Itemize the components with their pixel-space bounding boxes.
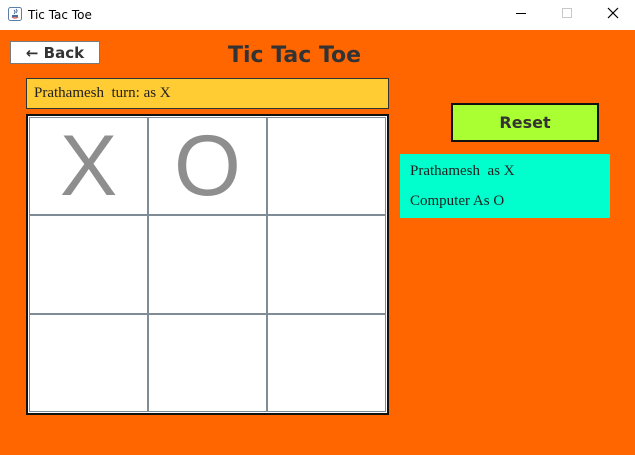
minimize-button[interactable] [498, 0, 544, 30]
minimize-icon [515, 6, 527, 24]
page-title: Tic Tac Toe [228, 43, 362, 68]
board-cell-4[interactable] [29, 215, 148, 314]
back-button[interactable]: ← Back [10, 41, 100, 64]
maximize-button[interactable] [544, 0, 590, 30]
game-panel: ← Back Tic Tac Toe Prathamesh turn: as X… [0, 30, 635, 455]
board-cell-8[interactable] [148, 313, 267, 412]
turn-status-label: Prathamesh turn: as X [26, 78, 389, 109]
board-cell-2[interactable]: O [148, 117, 267, 216]
board-cell-5[interactable] [148, 215, 267, 314]
players-info-panel: Prathamesh as X Computer As O [400, 154, 610, 218]
java-app-icon [8, 7, 22, 21]
board-cell-1[interactable]: X [29, 117, 148, 216]
close-button[interactable] [590, 0, 635, 30]
window-titlebar: Tic Tac Toe [0, 0, 635, 30]
maximize-icon [561, 6, 573, 24]
player-two-label: Computer As O [410, 193, 505, 209]
board-cell-3[interactable] [267, 117, 386, 216]
close-icon [607, 6, 619, 24]
window-title: Tic Tac Toe [28, 8, 92, 22]
board-cell-7[interactable] [29, 313, 148, 412]
board-cell-6[interactable] [267, 215, 386, 314]
player-one-label: Prathamesh as X [410, 163, 515, 179]
reset-button[interactable]: Reset [451, 103, 599, 142]
board-cell-9[interactable] [267, 313, 386, 412]
game-board: X O [26, 114, 389, 415]
